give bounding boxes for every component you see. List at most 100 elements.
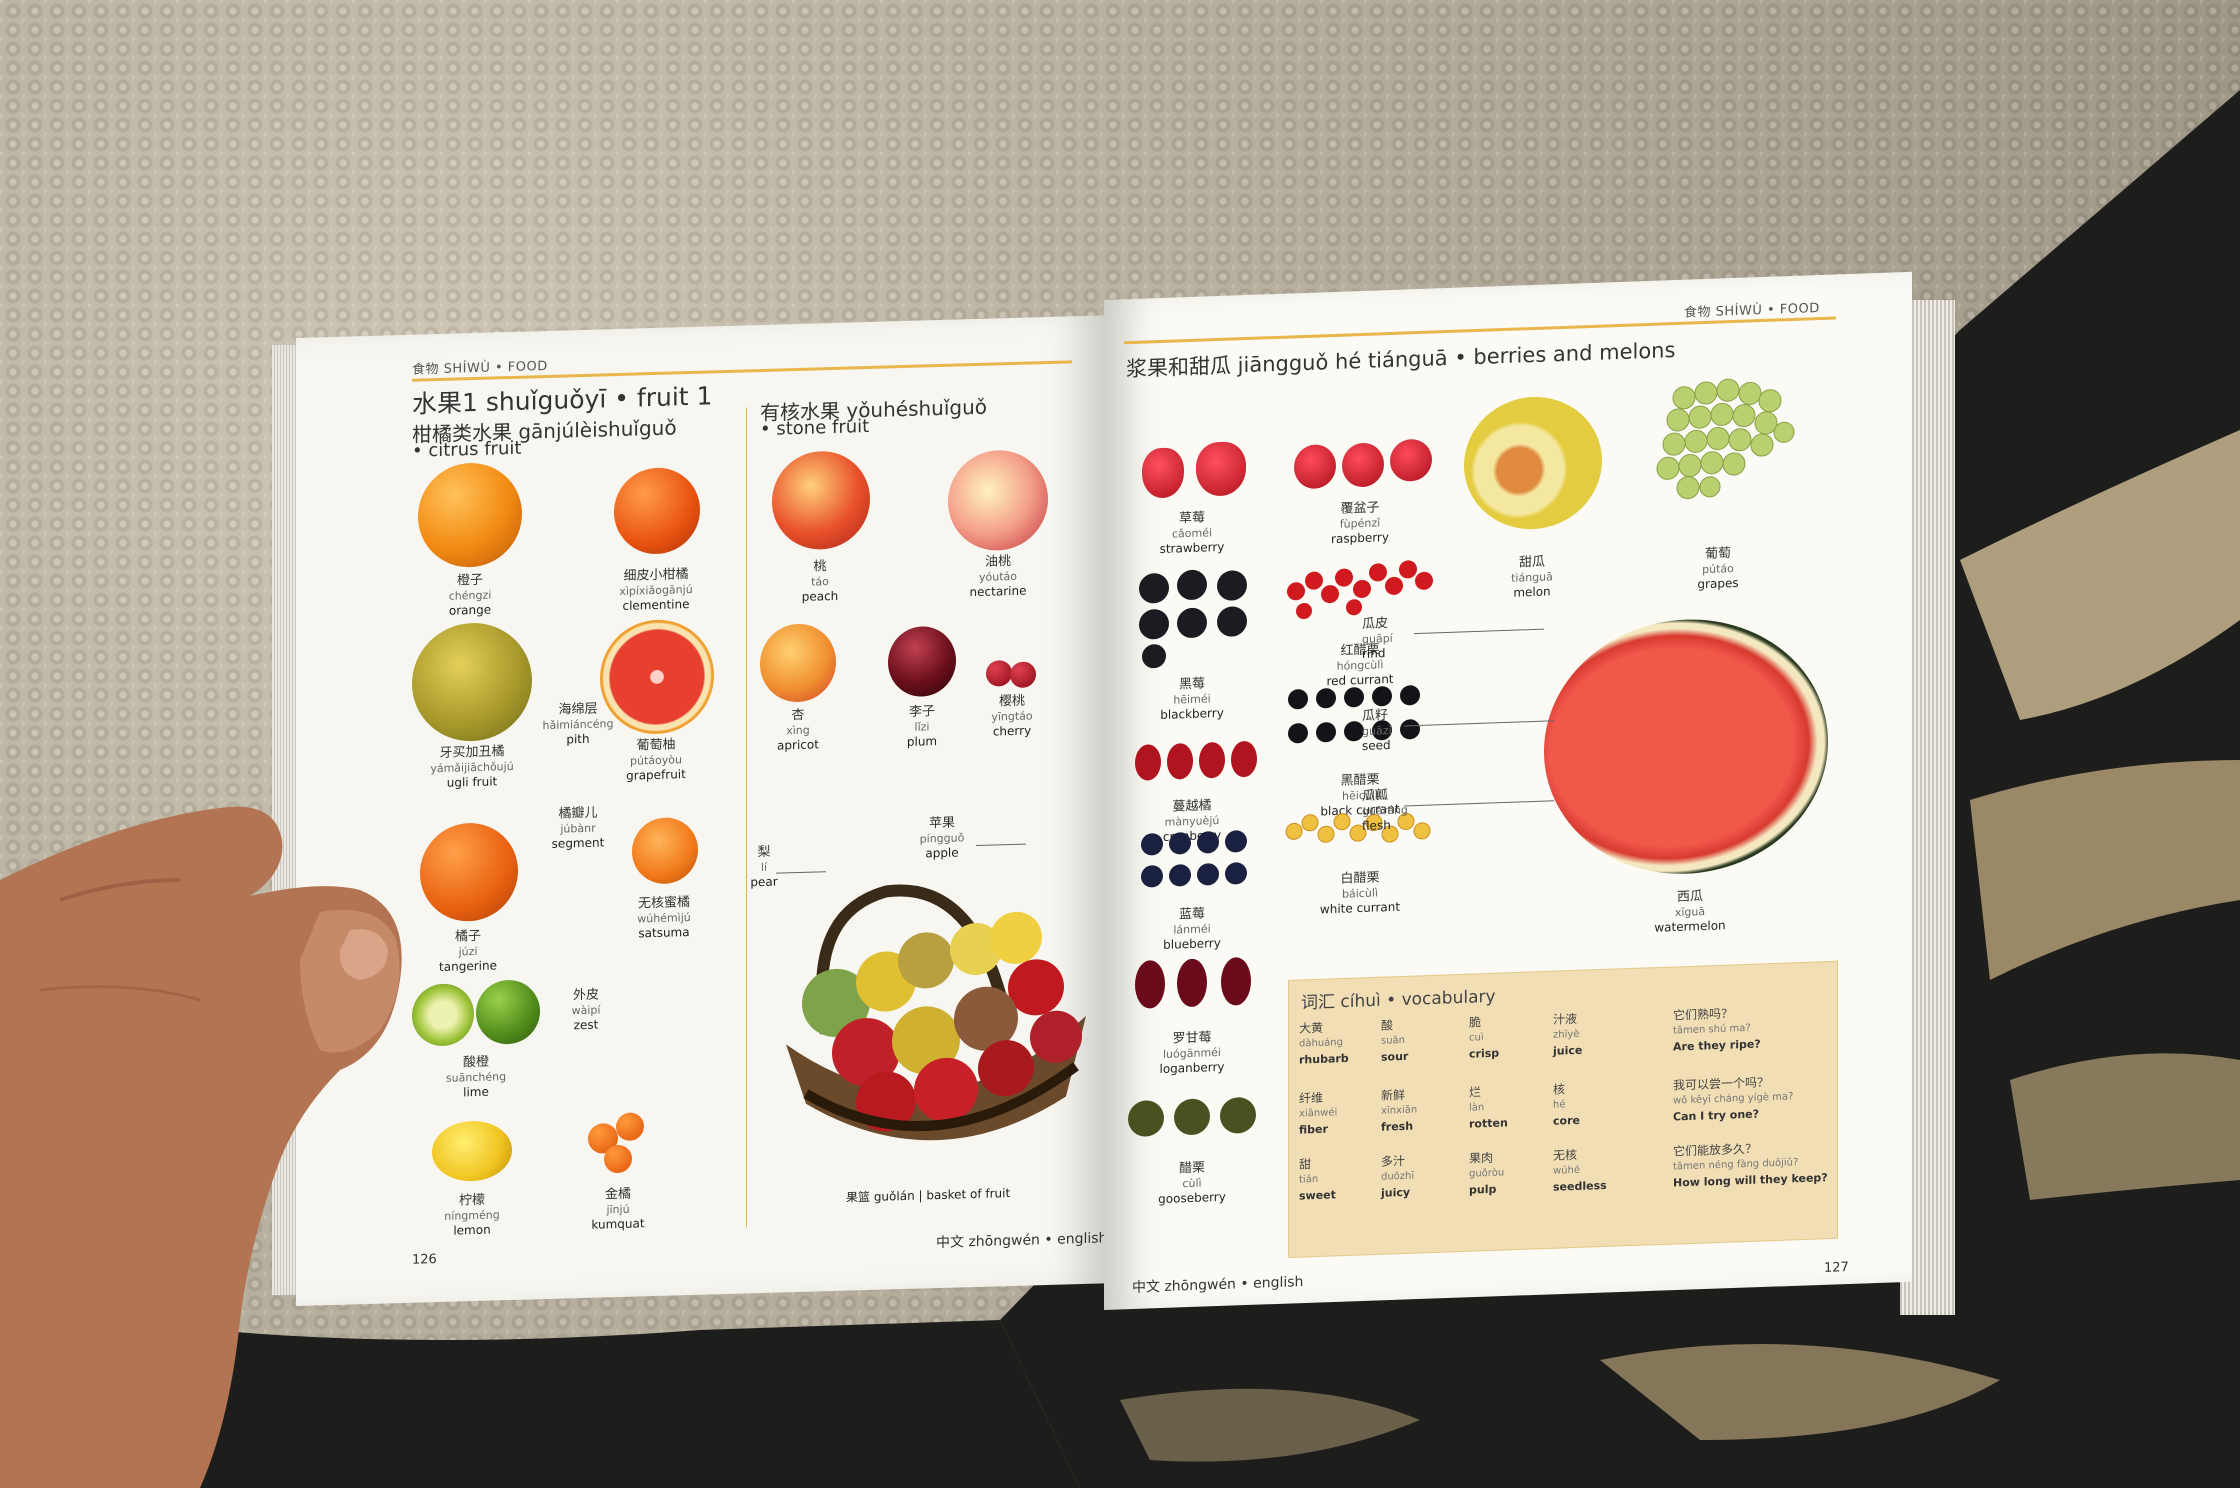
- label-segment: 橘瓣儿 júbànr segment: [552, 805, 605, 851]
- grapes-photo: [1656, 378, 1795, 500]
- label-cn: 甜瓜: [1518, 554, 1545, 571]
- vocabulary-pinyin: làn: [1469, 1102, 1485, 1114]
- label-en: apricot: [777, 737, 819, 753]
- nectarine-photo: [948, 448, 1048, 552]
- orange-photo: [418, 461, 522, 569]
- blueberry-photo: [1141, 830, 1247, 888]
- vocabulary-chinese: 纤维: [1299, 1090, 1324, 1106]
- watermelon-photo: [1544, 614, 1828, 879]
- citrus-heading-en: • citrus fruit: [412, 437, 522, 462]
- label-en: rind: [1362, 646, 1386, 661]
- label-blueberry: 蓝莓 lánméi blueberry: [1163, 906, 1221, 953]
- label-gooseberry: 醋栗 cùlì gooseberry: [1158, 1160, 1226, 1207]
- leader-apple: [976, 843, 1026, 847]
- vocabulary-english: seedless: [1553, 1178, 1607, 1194]
- vocabulary-pinyin: duōzhī: [1381, 1170, 1415, 1183]
- label-en: loganberry: [1159, 1059, 1225, 1077]
- label-cn: 黑醋栗: [1340, 772, 1380, 789]
- vocabulary-chinese: 酸: [1381, 1018, 1394, 1033]
- label-pinyin: guāráng: [1362, 803, 1408, 818]
- vocabulary-chinese: 核: [1553, 1082, 1566, 1097]
- label-pinyin: yīngtáo: [991, 709, 1033, 724]
- open-book: 食物 SHÍWÙ • FOOD 水果1 shuǐguǒyī • fruit 1 …: [0, 0, 2240, 1488]
- label-cn: 黑莓: [1178, 676, 1206, 693]
- raspberry-photo-2: [1342, 442, 1384, 488]
- label-pinyin: guāpí: [1362, 631, 1393, 646]
- label-seed: 瓜籽 guāzǐ seed: [1362, 708, 1392, 754]
- vocabulary-pinyin: suān: [1381, 1034, 1406, 1047]
- grapefruit-photo: [600, 618, 714, 736]
- label-cn: 外皮: [572, 987, 599, 1004]
- vocabulary-english: Are they ripe?: [1673, 1037, 1761, 1054]
- vocabulary-entry: 我可以尝一个吗？ wǒ kěyǐ cháng yígè ma? Can I try …: [1673, 1073, 1793, 1125]
- label-pinyin: chéngzi: [448, 588, 492, 603]
- label-strawberry: 草莓 cǎoméi strawberry: [1160, 510, 1225, 557]
- label-pinyin: báicùlì: [1342, 886, 1378, 901]
- vocabulary-pinyin: zhīyè: [1553, 1028, 1580, 1041]
- vocabulary-english: sour: [1381, 1049, 1409, 1064]
- label-pinyin: fùpénzǐ: [1339, 516, 1381, 531]
- label-en: segment: [551, 835, 605, 851]
- label-apricot: 杏 xìng apricot: [777, 707, 819, 753]
- vocabulary-box: 词汇 cíhuì • vocabulary 大黄 dàhuáng rhubarb 酸 s…: [1288, 960, 1838, 1258]
- label-zest: 外皮 wàipí zest: [572, 987, 601, 1033]
- label-en: lime: [463, 1084, 489, 1100]
- vocabulary-entry: 纤维 xiānwéi fiber: [1299, 1089, 1337, 1138]
- label-pinyin: cǎoméi: [1171, 526, 1213, 541]
- vocabulary-chinese: 脆: [1469, 1015, 1482, 1030]
- kumquat-photo-2: [616, 1112, 644, 1142]
- vocabulary-chinese: 甜: [1299, 1157, 1312, 1172]
- gooseberry-photo: [1128, 1097, 1256, 1137]
- label-pinyin: cùlì: [1182, 1176, 1202, 1191]
- label-pinyin: xīguā: [1674, 905, 1706, 920]
- label-cn: 罗甘莓: [1172, 1030, 1212, 1047]
- stone-heading-en: • stone fruit: [760, 415, 870, 441]
- label-en: pith: [566, 731, 590, 747]
- label-cn: 金橘: [604, 1186, 631, 1203]
- lime-photo: [476, 979, 540, 1045]
- label-en: white currant: [1319, 899, 1401, 917]
- ugli-fruit-photo: [412, 621, 532, 743]
- satsuma-photo: [632, 816, 698, 885]
- label-cn: 白醋栗: [1340, 870, 1380, 887]
- vocabulary-entry: 甜 tián sweet: [1299, 1155, 1336, 1204]
- vocabulary-pinyin: dàhuáng: [1299, 1037, 1343, 1050]
- label-en: lemon: [453, 1222, 491, 1238]
- label-en: seed: [1362, 737, 1391, 753]
- label-cn: 酸橙: [462, 1054, 489, 1071]
- vocabulary-pinyin: wúhé: [1553, 1164, 1581, 1177]
- vocabulary-chinese: 多汁: [1381, 1153, 1406, 1169]
- label-cn: 葡萄柚: [636, 737, 676, 754]
- label-en: gooseberry: [1158, 1189, 1226, 1207]
- label-en: tangerine: [439, 958, 497, 975]
- vocabulary-pinyin: cuì: [1469, 1032, 1484, 1044]
- vocabulary-pinyin: tián: [1299, 1173, 1319, 1186]
- label-cn: 西瓜: [1676, 889, 1703, 905]
- label-pinyin: lánméi: [1173, 922, 1211, 937]
- vocabulary-entry: 酸 suān sour: [1381, 1017, 1408, 1066]
- basket-caption: 果篮 guǒlán | basket of fruit: [846, 1186, 1011, 1205]
- label-pinyin: hǎimiáncéng: [542, 717, 614, 733]
- melon-photo: [1464, 394, 1602, 532]
- label-rind: 瓜皮 guāpí rind: [1362, 616, 1393, 662]
- label-lime: 酸橙 suānchéng lime: [446, 1054, 506, 1101]
- leader-rind: [1414, 628, 1544, 635]
- label-cn: 葡萄: [1704, 546, 1731, 563]
- label-en: flesh: [1362, 817, 1391, 833]
- lime-half-photo: [412, 983, 474, 1047]
- label-en: clementine: [622, 597, 690, 613]
- left-page-number: 126: [412, 1252, 437, 1268]
- vocabulary-english: core: [1553, 1113, 1580, 1128]
- vocabulary-entry: 大黄 dàhuáng rhubarb: [1299, 1019, 1349, 1069]
- vocabulary-chinese: 汁液: [1553, 1011, 1578, 1027]
- label-pinyin: júbànr: [560, 821, 596, 836]
- label-raspberry: 覆盆子 fùpénzǐ raspberry: [1331, 500, 1389, 547]
- label-cn: 蔓越橘: [1172, 798, 1212, 815]
- label-flesh: 瓜瓤 guāráng flesh: [1362, 787, 1408, 834]
- label-en: cherry: [992, 723, 1032, 739]
- label-pinyin: lǐzi: [914, 720, 930, 734]
- cherry-photo-2: [1010, 661, 1036, 689]
- label-cn: 瓜皮: [1362, 616, 1389, 632]
- clementine-photo: [614, 466, 700, 556]
- tangerine-photo: [420, 821, 518, 923]
